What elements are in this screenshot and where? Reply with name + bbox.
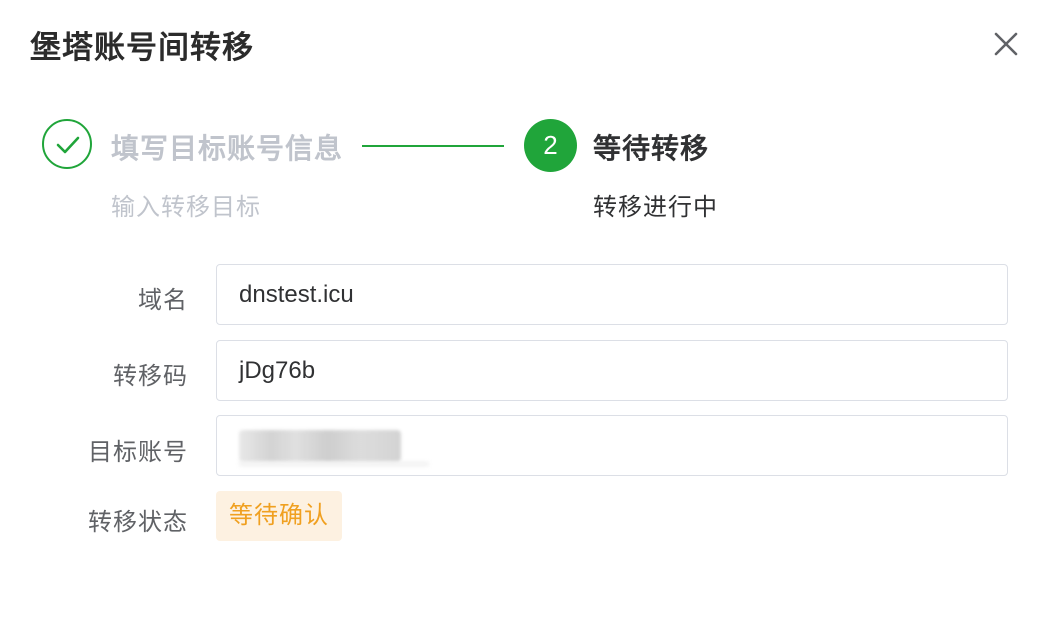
target-account-label: 目标账号: [88, 439, 188, 466]
transfer-code-value: jDg76b: [239, 357, 316, 384]
close-icon[interactable]: [990, 28, 1022, 60]
step-2-description: 转移进行中: [593, 194, 718, 221]
transfer-code-label: 转移码: [113, 363, 188, 390]
transfer-dialog: 堡塔账号间转移 填写目标账号信息 输入转移目标 2 等待转移 转移进行中 域名 …: [0, 0, 1056, 620]
domain-value: dnstest.icu: [239, 281, 354, 308]
domain-field[interactable]: dnstest.icu: [216, 264, 1008, 325]
blurred-account-shadow: [239, 462, 429, 466]
check-icon: [42, 119, 92, 169]
step-2-title: 等待转移: [593, 133, 710, 164]
step-2-number: 2: [524, 119, 577, 172]
step-1-description: 输入转移目标: [111, 194, 261, 221]
target-account-field[interactable]: [216, 415, 1008, 476]
dialog-title: 堡塔账号间转移: [30, 30, 254, 65]
status-badge: 等待确认: [216, 491, 342, 541]
domain-label: 域名: [138, 287, 188, 314]
transfer-status-label: 转移状态: [88, 509, 188, 536]
blurred-account-value: [239, 430, 401, 462]
step-connector: [362, 145, 504, 147]
transfer-code-field[interactable]: jDg76b: [216, 340, 1008, 401]
step-1-title: 填写目标账号信息: [111, 133, 344, 164]
